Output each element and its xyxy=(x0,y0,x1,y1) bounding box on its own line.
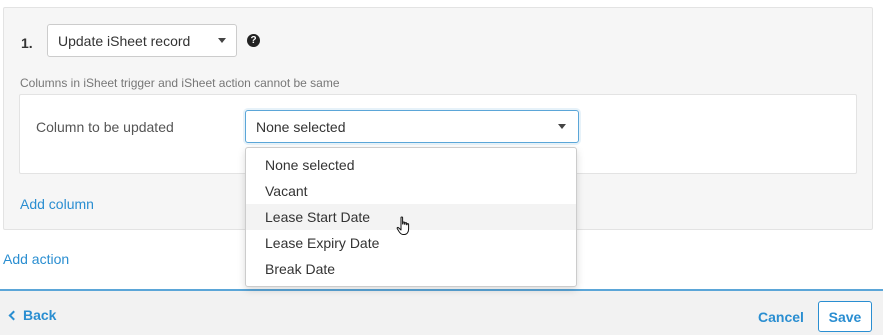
column-select[interactable]: None selected xyxy=(245,110,579,143)
help-icon[interactable]: ? xyxy=(247,34,260,47)
columns-note: Columns in iSheet trigger and iSheet act… xyxy=(20,76,340,90)
hand-pointer-cursor-icon xyxy=(396,216,410,235)
back-label: Back xyxy=(23,307,57,323)
save-button[interactable]: Save xyxy=(818,301,872,332)
column-select-value: None selected xyxy=(256,118,346,135)
column-to-update-label: Column to be updated xyxy=(36,119,174,135)
cancel-button[interactable]: Cancel xyxy=(758,309,804,325)
action-type-value: Update iSheet record xyxy=(58,32,191,49)
step-number: 1. xyxy=(21,35,33,51)
dropdown-option-vacant[interactable]: Vacant xyxy=(246,178,576,204)
back-button[interactable]: Back xyxy=(8,307,57,323)
caret-down-icon xyxy=(558,124,566,129)
chevron-left-icon xyxy=(8,310,19,321)
add-action-link[interactable]: Add action xyxy=(3,251,69,267)
action-type-select[interactable]: Update iSheet record xyxy=(47,24,237,57)
add-column-link[interactable]: Add column xyxy=(20,196,94,212)
footer-bar: Back Cancel Save xyxy=(0,289,883,335)
caret-down-icon xyxy=(218,38,226,43)
dropdown-option-none-selected[interactable]: None selected xyxy=(246,152,576,178)
dropdown-option-break-date[interactable]: Break Date xyxy=(246,256,576,282)
